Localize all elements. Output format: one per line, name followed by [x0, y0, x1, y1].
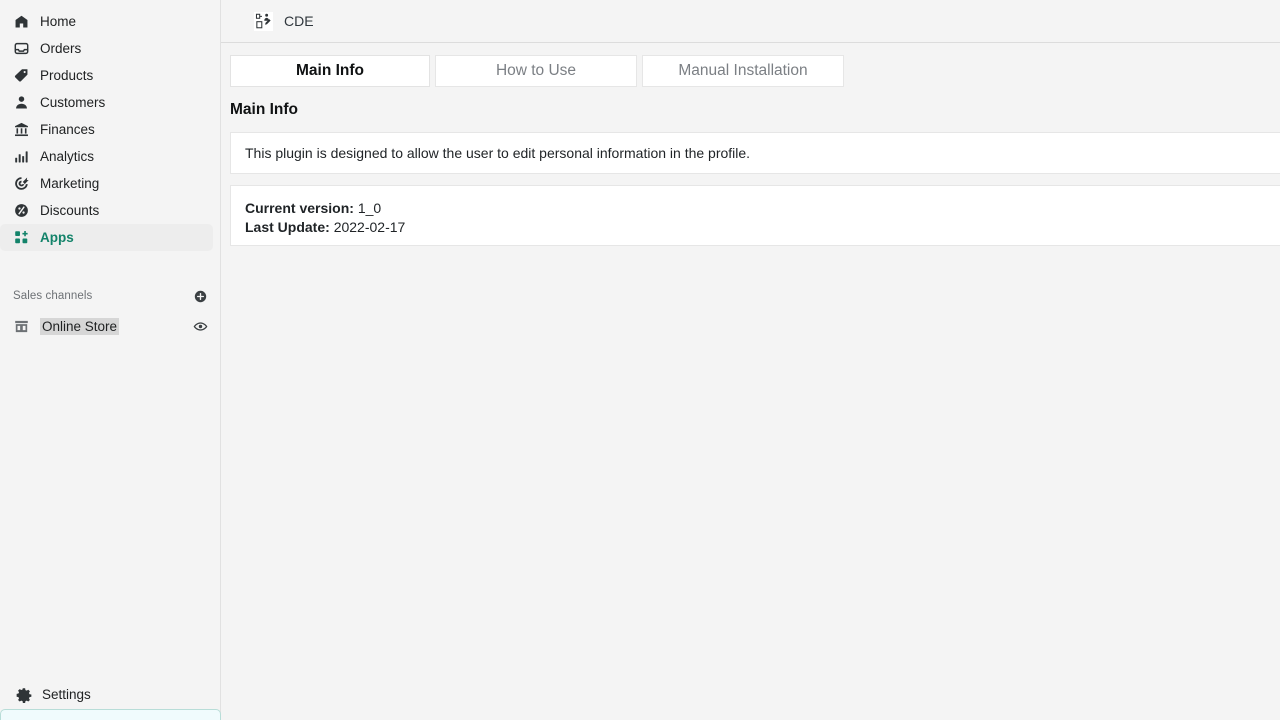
current-version-label: Current version: [245, 200, 354, 216]
bar-chart-icon [13, 148, 30, 165]
tab-label: Manual Installation [678, 62, 808, 79]
sidebar-item-home[interactable]: Home [0, 8, 213, 35]
sidebar-item-analytics[interactable]: Analytics [0, 143, 213, 170]
sidebar-bottom-panel[interactable] [0, 709, 221, 720]
sidebar-item-settings[interactable]: Settings [0, 681, 220, 708]
tag-icon [13, 67, 30, 84]
orders-icon [13, 40, 30, 57]
app-title: CDE [284, 13, 314, 29]
sidebar-item-finances[interactable]: Finances [0, 116, 213, 143]
tab-how-to-use[interactable]: How to Use [435, 55, 637, 87]
sales-channels-title: Sales channels [13, 290, 93, 302]
tab-manual-installation[interactable]: Manual Installation [642, 55, 844, 87]
sidebar-item-label: Customers [40, 95, 106, 110]
page-title: Main Info [230, 101, 299, 118]
sidebar-item-label: Orders [40, 41, 82, 56]
tab-main-info[interactable]: Main Info [230, 55, 430, 87]
plus-circle-icon[interactable] [192, 288, 208, 304]
bank-icon [13, 121, 30, 138]
sidebar-item-label: Home [40, 14, 77, 29]
sidebar-item-products[interactable]: Products [0, 62, 213, 89]
sidebar-item-orders[interactable]: Orders [0, 35, 213, 62]
plugin-description-text: This plugin is designed to allow the use… [245, 145, 751, 161]
percent-icon [13, 202, 30, 219]
sidebar-item-label: Finances [40, 122, 95, 137]
main-content: CDE Main Info How to Use Manual Installa… [221, 0, 1280, 720]
sales-channels-section-header: Sales channels [0, 285, 220, 307]
sidebar-item-label: Analytics [40, 149, 95, 164]
current-version-row: Current version: 1_0 [245, 199, 1280, 218]
sidebar-item-label: Discounts [40, 203, 100, 218]
storefront-icon [13, 318, 30, 335]
tab-bar: Main Info How to Use Manual Installation [221, 44, 1280, 87]
sidebar-item-marketing[interactable]: Marketing [0, 170, 213, 197]
plugin-version-panel: Current version: 1_0 Last Update: 2022-0… [230, 185, 1280, 246]
sidebar-item-label: Apps [40, 230, 74, 245]
tab-label: Main Info [295, 62, 365, 79]
eye-icon[interactable] [192, 318, 208, 334]
channel-left-group: Online Store [13, 317, 120, 335]
sidebar: Home Orders Products Customers Finances … [0, 0, 221, 720]
sidebar-item-discounts[interactable]: Discounts [0, 197, 213, 224]
sidebar-nav: Home Orders Products Customers Finances … [0, 8, 220, 251]
home-icon [13, 13, 30, 30]
gear-icon [15, 686, 32, 703]
person-icon [13, 94, 30, 111]
last-update-value: 2022-02-17 [333, 218, 406, 235]
last-update-label: Last Update: [245, 218, 330, 235]
last-update-row: Last Update: 2022-02-17 [245, 218, 1280, 237]
content-area: Main Info How to Use Manual Installation… [221, 43, 1280, 246]
tab-label: How to Use [495, 62, 577, 79]
current-version-value: 1_0 [357, 200, 382, 216]
target-icon [13, 175, 30, 192]
channel-label: Online Store [40, 317, 120, 335]
sidebar-item-label: Products [40, 68, 94, 83]
plugin-description-panel: This plugin is designed to allow the use… [230, 132, 1280, 174]
sidebar-channel-online-store[interactable]: Online Store [0, 313, 220, 339]
apps-icon [13, 229, 30, 246]
plugin-edit-icon [254, 11, 273, 31]
app-root: Home Orders Products Customers Finances … [0, 0, 1280, 720]
sidebar-item-label: Marketing [40, 176, 100, 191]
sidebar-item-apps[interactable]: Apps [0, 224, 213, 251]
sidebar-item-label: Settings [42, 687, 91, 702]
sidebar-item-customers[interactable]: Customers [0, 89, 213, 116]
app-header: CDE [221, 0, 1280, 43]
